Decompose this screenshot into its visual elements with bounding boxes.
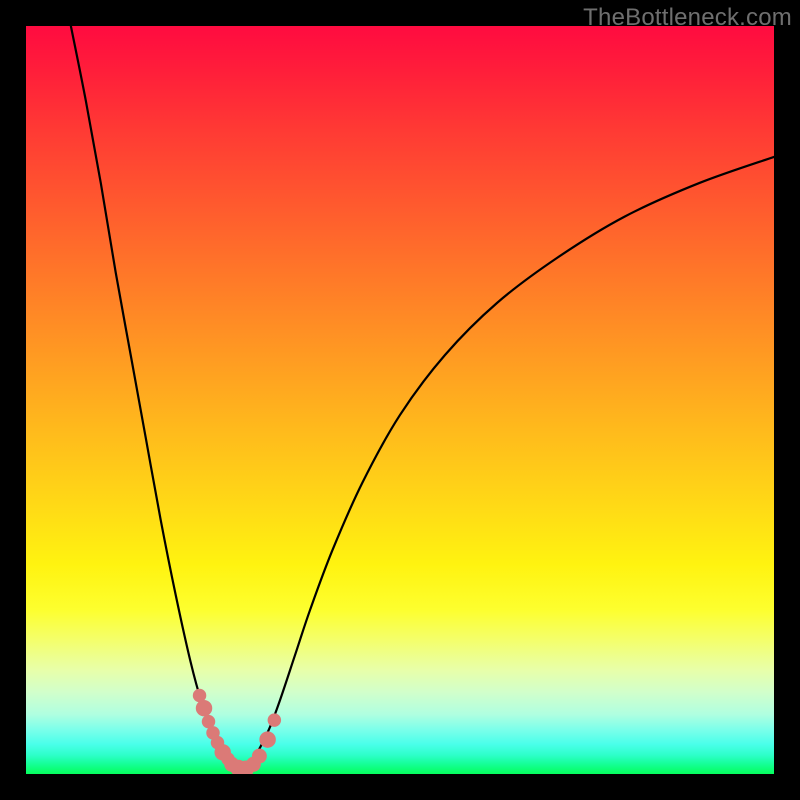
curve-layer bbox=[26, 26, 774, 774]
data-marker bbox=[259, 731, 275, 747]
left-curve bbox=[71, 26, 239, 770]
data-markers bbox=[193, 689, 281, 774]
plot-area bbox=[26, 26, 774, 774]
watermark-text: TheBottleneck.com bbox=[583, 4, 792, 32]
right-curve bbox=[243, 157, 774, 770]
data-marker bbox=[268, 713, 281, 726]
data-marker bbox=[196, 700, 212, 716]
data-marker bbox=[252, 749, 267, 764]
chart-frame: TheBottleneck.com bbox=[0, 0, 800, 800]
